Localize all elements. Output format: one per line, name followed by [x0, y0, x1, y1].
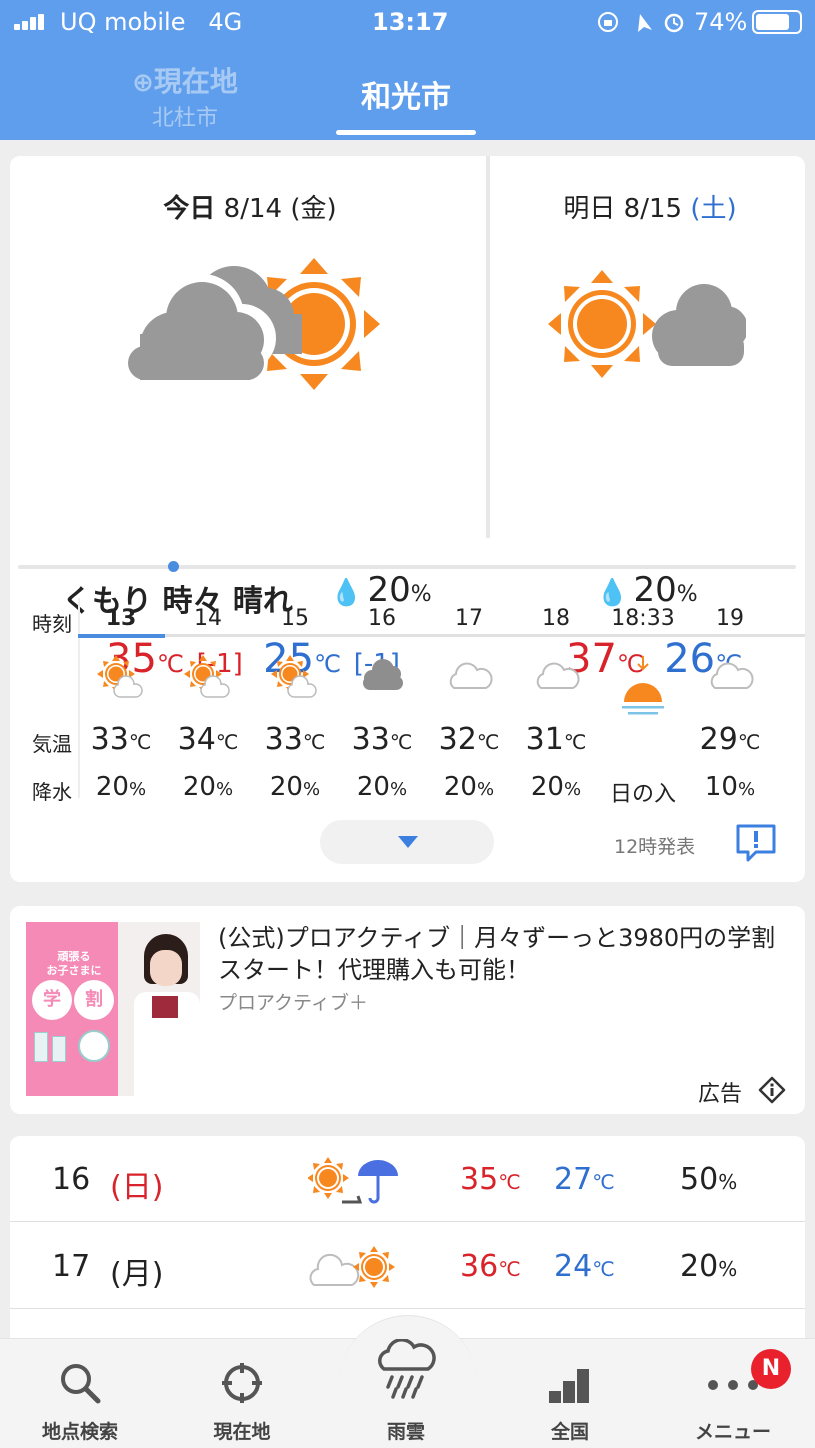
tab-rain-cloud[interactable]: 雨雲: [326, 1338, 486, 1448]
forecast-card: 今日 8/14 (金) くもり 時々 晴れ 💧 20% 35℃ [-1] ℃ 明…: [10, 156, 805, 882]
battery-icon: [752, 10, 802, 34]
triangle-down-icon: [398, 836, 418, 848]
daily-row[interactable]: 17 (月) 36℃ 24℃ 20%: [10, 1223, 805, 1309]
daily-weather-icon: [308, 1243, 402, 1301]
daily-low: 27℃: [554, 1162, 615, 1197]
today-precip: 💧 20%: [330, 570, 432, 610]
ad-label[interactable]: 広告: [698, 1076, 742, 1108]
hour-time: 18:33: [611, 606, 675, 631]
tab-label: 現在地: [213, 1421, 271, 1443]
label-precip: 降水: [32, 780, 72, 804]
search-icon: [0, 1361, 160, 1409]
sun-cloud-icon: [270, 654, 320, 704]
today-temps: 35℃ [-1] 25℃ [-1]: [106, 636, 400, 682]
daily-dow: (月): [110, 1257, 164, 1292]
daily-day: 16: [52, 1162, 91, 1197]
clock: 13:17: [372, 8, 449, 36]
tab-ranking[interactable]: 全国: [490, 1339, 650, 1448]
sunset-icon: [618, 654, 668, 728]
hour-temp: 33℃: [90, 722, 152, 757]
hour-precip: 10%: [704, 772, 756, 802]
hour-precip: 20%: [356, 772, 408, 802]
ad-sponsor: プロアクティブ＋: [218, 992, 368, 1014]
hour-precip: 20%: [182, 772, 234, 802]
tab-search[interactable]: 地点検索: [0, 1339, 160, 1448]
ad-card[interactable]: 頑張る お子さまに 学 割 (公式)プロアクティブ｜月々ずーっと3980円の学割…: [10, 906, 805, 1114]
cloudy-then-sunny-icon: [128, 258, 380, 390]
ranking-icon: [490, 1361, 650, 1409]
hour-precip: 日の入: [609, 782, 676, 807]
daily-dow: (日): [110, 1170, 164, 1205]
tomorrow-title: 明日 8/15 (土): [563, 194, 737, 224]
today-title: 今日 8/14 (金): [163, 194, 337, 224]
hour-time: 16: [368, 606, 396, 631]
status-bar: UQ mobile 4G 13:17 74%: [0, 0, 815, 44]
tab-more[interactable]: メニュー N: [653, 1339, 813, 1448]
rain-cloud-icon: [326, 1338, 486, 1407]
crosshair-icon: [162, 1361, 322, 1409]
hour-temp: 33℃: [264, 722, 326, 757]
feedback-icon[interactable]: [734, 822, 778, 864]
hour-time: 19: [716, 606, 744, 631]
tab-crosshair[interactable]: 現在地: [162, 1339, 322, 1448]
crosshair-icon: ⊕: [132, 68, 154, 98]
tab-indicator: [336, 130, 476, 135]
raindrop-icon: 💧: [596, 578, 629, 608]
hour-temp: 33℃: [351, 722, 413, 757]
light-cloud-icon: [705, 654, 755, 698]
light-cloud-icon: [444, 654, 494, 698]
hour-temp: 29℃: [699, 722, 761, 757]
hour-time: 14: [194, 606, 222, 631]
daily-weather-icon: [307, 1156, 402, 1214]
hour-temp: 31℃: [525, 722, 587, 757]
hour-temp: 34℃: [177, 722, 239, 757]
info-icon[interactable]: [758, 1076, 786, 1104]
status-icons: [598, 12, 684, 33]
hour-temp: 32℃: [438, 722, 500, 757]
label-time: 時刻: [32, 612, 72, 636]
sunny-then-cloudy-icon: [548, 270, 746, 378]
daily-pop: 50%: [680, 1162, 738, 1197]
daily-high: 36℃: [460, 1249, 521, 1284]
tab-city[interactable]: 和光市: [336, 72, 476, 116]
tab-label: メニュー: [694, 1421, 771, 1443]
hour-precip: 20%: [95, 772, 147, 802]
hour-time: 17: [455, 606, 483, 631]
expand-button[interactable]: [320, 820, 494, 864]
daily-day: 17: [52, 1249, 91, 1284]
tomorrow-precip: 💧 20%: [596, 570, 698, 610]
hour-precip: 20%: [269, 772, 321, 802]
published-time: 12時発表: [614, 836, 696, 858]
hourly-scroll-track[interactable]: [18, 561, 796, 572]
daily-low: 24℃: [554, 1249, 615, 1284]
hour-time: 15: [281, 606, 309, 631]
daily-pop: 20%: [680, 1249, 738, 1284]
more-icon: [653, 1375, 813, 1399]
sun-cloud-icon: [183, 654, 233, 704]
scroll-thumb[interactable]: [168, 561, 179, 572]
hour-time: 18: [542, 606, 570, 631]
hour-indicator: [78, 634, 165, 638]
notification-badge: N: [751, 1349, 791, 1389]
bottom-tab-bar: 地点検索 現在地 雨雲 全国 メニュー N: [0, 1315, 815, 1448]
tab-current-location[interactable]: ⊕現在地 北杜市: [120, 60, 250, 132]
label-temp: 気温: [32, 732, 72, 756]
tab-label: 全国: [550, 1421, 589, 1443]
battery-percent: 74%: [694, 8, 748, 36]
tab-label: 地点検索: [41, 1421, 118, 1443]
ad-title[interactable]: (公式)プロアクティブ｜月々ずーっと3980円の学割スタート！代理購入も可能！: [218, 922, 788, 986]
raindrop-icon: 💧: [330, 578, 363, 608]
hour-precip: 20%: [530, 772, 582, 802]
daily-high: 35℃: [460, 1162, 521, 1197]
hour-precip: 20%: [443, 772, 495, 802]
sun-cloud-icon: [96, 654, 146, 704]
tab-label: 雨雲: [386, 1421, 425, 1443]
daily-row[interactable]: 16 (日) 35℃ 27℃ 50%: [10, 1136, 805, 1222]
light-cloud-icon: [531, 654, 581, 698]
ad-image[interactable]: 頑張る お子さまに 学 割: [26, 922, 200, 1096]
carrier-label: UQ mobile 4G: [60, 8, 243, 36]
hour-time: 13: [105, 606, 137, 631]
location-header: ⊕現在地 北杜市 和光市: [0, 44, 815, 140]
cloud-icon: [357, 654, 407, 698]
